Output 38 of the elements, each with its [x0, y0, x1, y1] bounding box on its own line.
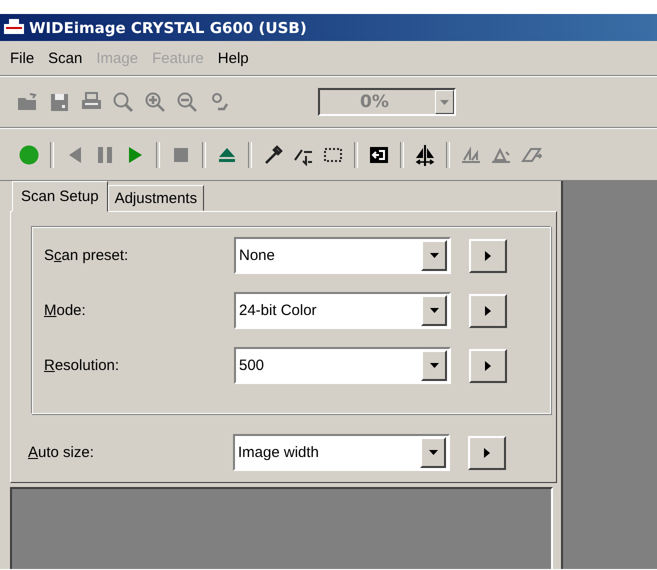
caret-right-icon: [485, 306, 491, 316]
menu-item[interactable]: Scan: [42, 48, 90, 68]
tab[interactable]: Scan Setup: [12, 181, 108, 212]
field-label: Mode:: [44, 302, 87, 319]
caret-down-icon: [428, 450, 438, 455]
zoom-in-icon: [144, 91, 166, 113]
magnifier-icon: [112, 91, 134, 113]
dropdown-button[interactable]: [420, 437, 446, 468]
start-icon: [18, 144, 40, 166]
caret-down-icon: [440, 100, 449, 104]
save-icon: [48, 91, 70, 113]
flip-icon: [414, 144, 436, 166]
dropdown-field[interactable]: 500: [234, 347, 451, 384]
arrow-button[interactable]: [468, 436, 506, 470]
caret-down-icon: [430, 253, 438, 258]
arrow-button[interactable]: [469, 238, 507, 272]
field-label: Scan preset:: [44, 247, 130, 264]
tab[interactable]: Adjustments: [108, 185, 204, 211]
caret-right-icon: [485, 250, 491, 260]
menu-item[interactable]: Help: [212, 48, 257, 68]
field-label: Auto size:: [28, 444, 95, 461]
menu-item[interactable]: File: [4, 48, 42, 68]
dropdown-field[interactable]: 24-bit Color: [234, 292, 451, 329]
caret-down-icon: [430, 363, 438, 368]
dropdown-button[interactable]: [421, 240, 447, 271]
arrow-button[interactable]: [469, 294, 507, 328]
zoom-out-icon: [176, 91, 198, 113]
folder-icon: [16, 91, 38, 113]
arrow-button[interactable]: [469, 348, 507, 382]
caret-right-icon: [485, 360, 491, 370]
field-label: Resolution:: [44, 357, 120, 374]
caret-down-icon: [430, 308, 438, 313]
dropdown-field[interactable]: Image width: [233, 434, 450, 471]
dropdown-button[interactable]: [421, 295, 447, 326]
dropdown-button[interactable]: [421, 350, 447, 381]
window-title: WIDEimage CRYSTAL G600 (USB): [29, 18, 307, 36]
caret-right-icon: [484, 448, 490, 458]
dropdown-field[interactable]: None: [234, 237, 451, 274]
